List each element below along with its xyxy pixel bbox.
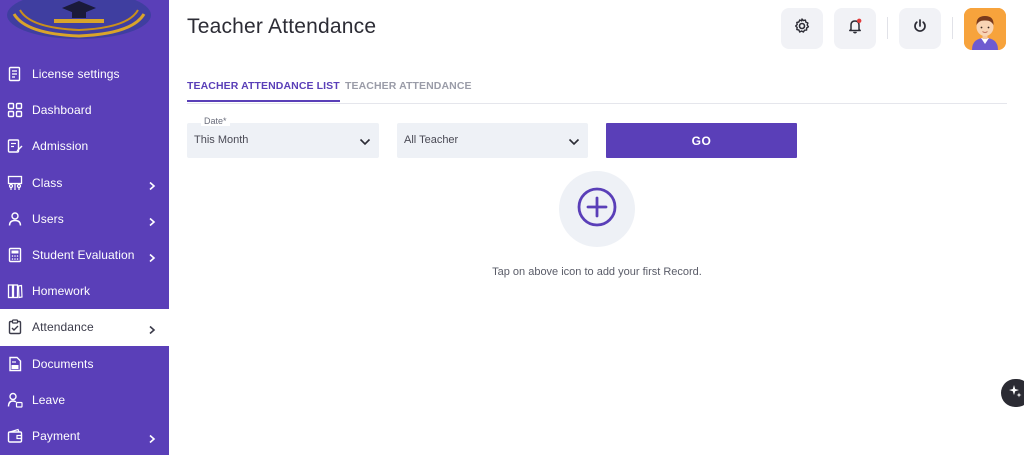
sidebar-item-label: Payment <box>32 428 81 443</box>
sidebar-item-label: Leave <box>32 392 66 407</box>
sidebar-nav: License settings Dashboard Admission Cla… <box>0 56 169 454</box>
app-root: License settings Dashboard Admission Cla… <box>0 0 1024 455</box>
sidebar-item-label: Class <box>32 175 63 190</box>
plus-circle-icon <box>576 186 618 233</box>
tab-teacher-attendance[interactable]: TEACHER ATTENDANCE <box>345 80 472 92</box>
chevron-down-icon <box>568 135 580 147</box>
classroom-icon <box>7 175 23 191</box>
sidebar-item-attendance[interactable]: Attendance <box>0 309 169 346</box>
license-icon <box>7 66 23 82</box>
sidebar-item-label: Users <box>32 211 64 226</box>
leave-icon <box>7 392 23 408</box>
school-logo[interactable] <box>6 0 152 40</box>
sidebar-item-label: Dashboard <box>32 103 92 118</box>
sidebar-item-label: Admission <box>32 139 89 154</box>
tab-teacher-attendance-list[interactable]: TEACHER ATTENDANCE LIST <box>187 80 340 102</box>
chevron-right-icon <box>147 431 157 444</box>
chevron-right-icon <box>147 322 157 335</box>
wallet-icon <box>7 428 23 444</box>
header-divider <box>887 17 888 39</box>
chevron-down-icon <box>359 135 371 147</box>
sidebar-item-payment[interactable]: Payment <box>0 418 169 454</box>
sidebar-item-label: Attendance <box>32 320 94 335</box>
chevron-right-icon <box>147 178 157 190</box>
notifications-button[interactable] <box>834 8 876 49</box>
date-field-label: Date* <box>201 116 230 126</box>
sidebar-item-label: License settings <box>32 67 120 82</box>
settings-button[interactable] <box>781 8 823 49</box>
tab-bar: TEACHER ATTENDANCE LIST TEACHER ATTENDAN… <box>187 72 1007 104</box>
clipboard-check-icon <box>7 319 23 335</box>
document-icon <box>7 356 23 372</box>
header-divider <box>952 17 953 39</box>
sidebar-item-documents[interactable]: Documents <box>0 346 169 382</box>
date-select[interactable]: Date* This Month <box>187 116 379 158</box>
logout-button[interactable] <box>899 8 941 49</box>
calculator-icon <box>7 247 23 263</box>
sidebar-item-license-settings[interactable]: License settings <box>0 56 169 92</box>
add-record-button[interactable] <box>559 171 635 247</box>
sidebar-item-student-evaluation[interactable]: Student Evaluation <box>0 237 169 273</box>
teacher-select[interactable]: All Teacher <box>397 123 588 158</box>
teacher-select-value: All Teacher <box>404 134 459 146</box>
date-select-value: This Month <box>194 134 249 146</box>
sidebar-item-label: Student Evaluation <box>32 248 135 263</box>
user-icon <box>7 211 23 227</box>
user-avatar[interactable] <box>964 8 1006 50</box>
sidebar-item-dashboard[interactable]: Dashboard <box>0 92 169 128</box>
sidebar: License settings Dashboard Admission Cla… <box>0 0 169 455</box>
page-title: Teacher Attendance <box>187 15 377 38</box>
sidebar-item-admission[interactable]: Admission <box>0 128 169 164</box>
sidebar-item-homework[interactable]: Homework <box>0 273 169 309</box>
books-icon <box>7 283 23 299</box>
sidebar-item-users[interactable]: Users <box>0 201 169 237</box>
chevron-right-icon <box>147 250 157 263</box>
go-button[interactable]: GO <box>606 123 797 158</box>
chevron-right-icon <box>147 214 157 226</box>
sidebar-item-label: Documents <box>32 356 94 371</box>
form-edit-icon <box>7 138 23 154</box>
assistant-button[interactable] <box>1001 379 1024 407</box>
power-icon <box>911 17 929 40</box>
sidebar-item-leave[interactable]: Leave <box>0 382 169 418</box>
sidebar-item-class[interactable]: Class <box>0 165 169 201</box>
sparkle-icon <box>1008 384 1022 403</box>
grid-icon <box>7 102 23 118</box>
bell-icon <box>846 17 864 40</box>
gear-icon <box>793 17 811 40</box>
empty-state-text: Tap on above icon to add your first Reco… <box>492 266 702 278</box>
sidebar-item-label: Homework <box>32 284 91 299</box>
